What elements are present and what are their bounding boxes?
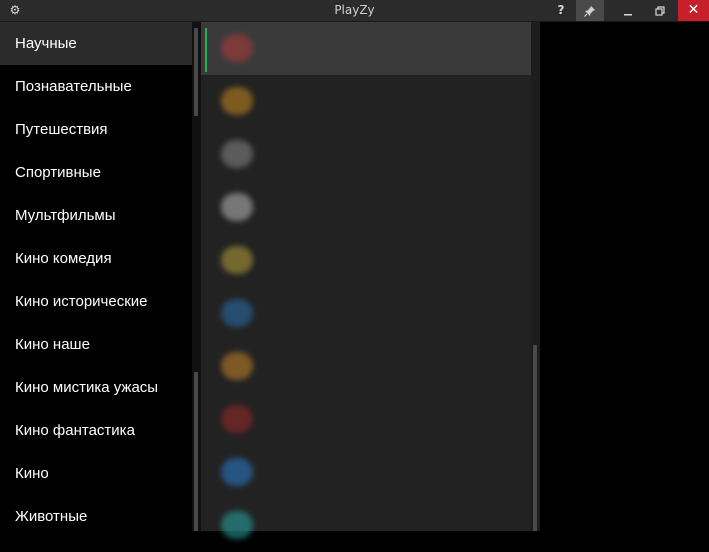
channel-row[interactable] xyxy=(201,446,531,499)
restore-button[interactable] xyxy=(646,0,674,21)
channel-row[interactable] xyxy=(201,287,531,340)
channel-list-scrollbar-thumb[interactable] xyxy=(533,345,537,531)
help-button[interactable]: ? xyxy=(549,0,573,21)
sidebar-item-kino-istoricheskie[interactable]: Кино исторические xyxy=(0,280,192,323)
category-sidebar: Научные Познавательные Путешествия Спорт… xyxy=(0,22,192,531)
sidebar-item-kino-mistika-uzhasy[interactable]: Кино мистика ужасы xyxy=(0,366,192,409)
pin-icon xyxy=(584,5,595,17)
minimize-icon xyxy=(624,13,632,15)
channel-row[interactable] xyxy=(201,22,531,75)
sidebar-item-kino-komediya[interactable]: Кино комедия xyxy=(0,237,192,280)
sidebar-item-kino-fantastika[interactable]: Кино фантастика xyxy=(0,409,192,452)
channel-logo-icon xyxy=(221,405,253,433)
channel-logo-icon xyxy=(221,246,253,274)
sidebar-item-poznavatelnye[interactable]: Познавательные xyxy=(0,65,192,108)
pin-button[interactable] xyxy=(576,0,604,21)
channel-row[interactable] xyxy=(201,340,531,393)
channel-row[interactable] xyxy=(201,181,531,234)
minimize-button[interactable] xyxy=(614,0,642,21)
sidebar-scrollbar[interactable] xyxy=(192,22,201,531)
sidebar-scrollbar-thumb[interactable] xyxy=(194,28,198,116)
channel-row[interactable] xyxy=(201,393,531,446)
channel-logo-icon xyxy=(221,352,253,380)
sidebar-item-zhivotnye[interactable]: Животные xyxy=(0,495,192,538)
sidebar-item-kino-nashe[interactable]: Кино наше xyxy=(0,323,192,366)
channel-logo-icon xyxy=(221,511,253,539)
title-bar: PlayZy ⚙ ? ✕ xyxy=(0,0,709,22)
channel-row[interactable] xyxy=(201,234,531,287)
sidebar-item-multfilmy[interactable]: Мультфильмы xyxy=(0,194,192,237)
channel-logo-icon xyxy=(221,140,253,168)
gear-icon: ⚙ xyxy=(9,3,21,17)
channel-logo-icon xyxy=(221,34,253,62)
channel-row[interactable] xyxy=(201,128,531,181)
channel-row[interactable] xyxy=(201,75,531,128)
player-area xyxy=(540,22,709,531)
settings-button[interactable]: ⚙ xyxy=(0,0,30,21)
channel-logo-icon xyxy=(221,299,253,327)
sidebar-item-nauchnye[interactable]: Научные xyxy=(0,22,192,65)
close-button[interactable]: ✕ xyxy=(678,0,709,21)
channel-list xyxy=(201,22,531,539)
sidebar-scrollbar-track-mark[interactable] xyxy=(194,372,198,531)
channel-list-scrollbar[interactable] xyxy=(531,22,540,531)
channel-logo-icon xyxy=(221,87,253,115)
sidebar-item-kino[interactable]: Кино xyxy=(0,452,192,495)
channel-row[interactable] xyxy=(201,499,531,552)
sidebar-item-sportivnye[interactable]: Спортивные xyxy=(0,151,192,194)
sidebar-item-puteshestviya[interactable]: Путешествия xyxy=(0,108,192,151)
channel-logo-icon xyxy=(221,193,253,221)
channel-logo-icon xyxy=(221,458,253,486)
restore-icon xyxy=(655,5,665,16)
